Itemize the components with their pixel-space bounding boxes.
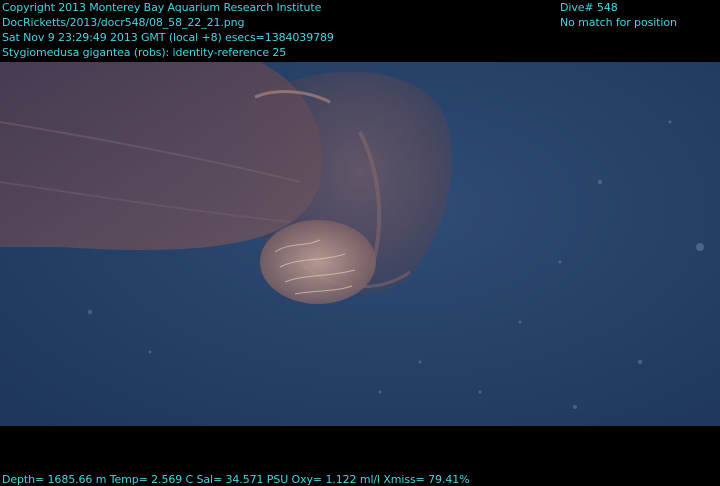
jellyfish-oral-arm xyxy=(0,62,322,250)
video-frame: Copyright 2013 Monterey Bay Aquarium Res… xyxy=(0,0,720,486)
header-left-block: Copyright 2013 Monterey Bay Aquarium Res… xyxy=(2,0,334,60)
jellyfish-illustration xyxy=(0,62,704,409)
annotation-text: Stygiomedusa gigantea (robs): identity-r… xyxy=(2,46,287,59)
dive-number-text: Dive# 548 xyxy=(560,1,618,14)
underwater-scene xyxy=(0,62,720,426)
file-path-text: DocRicketts/2013/docr548/08_58_22_21.png xyxy=(2,16,245,29)
sensor-readout: Depth= 1685.66 m Temp= 2.569 C Sal= 34.5… xyxy=(2,473,470,486)
position-text: No match for position xyxy=(560,16,677,29)
timestamp-text: Sat Nov 9 23:29:49 2013 GMT (local +8) e… xyxy=(2,31,334,44)
header-right-block: Dive# 548 No match for position xyxy=(560,0,677,30)
copyright-text: Copyright 2013 Monterey Bay Aquarium Res… xyxy=(2,1,322,14)
